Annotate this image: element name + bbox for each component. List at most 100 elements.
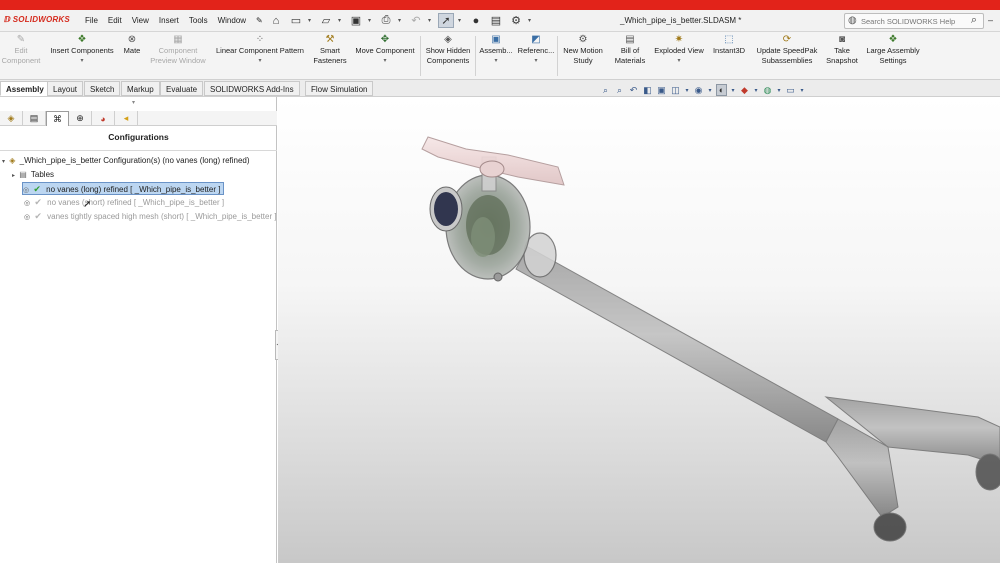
- tab-assembly[interactable]: Assembly: [0, 81, 50, 96]
- solidworks-logo[interactable]: ⅅ SOLIDWORKS: [4, 15, 70, 24]
- save-icon[interactable]: ▣: [348, 13, 364, 28]
- featuremanager-tab-icon[interactable]: ◈: [0, 111, 23, 126]
- exploded-view-button[interactable]: ✷ Exploded View ▾: [650, 34, 708, 66]
- smart-fasteners-button[interactable]: ⚒ Smart Fasteners: [310, 34, 350, 66]
- tab-flow-simulation[interactable]: Flow Simulation: [305, 81, 374, 96]
- display-style-icon[interactable]: ◉: [693, 85, 704, 96]
- new-document-icon[interactable]: ▭: [288, 13, 304, 28]
- menu-window[interactable]: Window: [213, 16, 251, 25]
- chevron-down-icon[interactable]: ▾: [650, 56, 708, 66]
- new-motion-study-button[interactable]: ⚙ New Motion Study: [559, 34, 607, 66]
- separator: [557, 36, 558, 76]
- tab-markup[interactable]: Markup: [121, 81, 160, 96]
- chevron-down-icon[interactable]: ▾: [477, 56, 515, 66]
- chevron-down-icon[interactable]: ▾: [516, 56, 556, 66]
- menu-tools[interactable]: Tools: [184, 16, 213, 25]
- mate-button[interactable]: ⊗ Mate: [120, 34, 144, 56]
- chevron-down-icon[interactable]: ▾: [753, 87, 759, 94]
- chevron-down-icon[interactable]: ▾: [368, 17, 374, 24]
- hide-show-items-icon[interactable]: ◐: [716, 84, 727, 96]
- collapse-arrow-icon[interactable]: ▾: [2, 159, 5, 165]
- tree-root-configurations[interactable]: ▾ ◈ _Which_pipe_is_better Configuration(…: [2, 154, 250, 167]
- select-pointer-icon[interactable]: ➚: [438, 13, 454, 28]
- menu-insert[interactable]: Insert: [154, 16, 184, 25]
- tab-sketch[interactable]: Sketch: [84, 81, 121, 96]
- options-gear-icon[interactable]: ⚙: [508, 13, 524, 28]
- cam-tab-icon[interactable]: ◂: [115, 111, 138, 126]
- checkmark-icon: ✔: [34, 211, 42, 221]
- dimxpert-tab-icon[interactable]: ⊕: [69, 111, 92, 126]
- assembly-features-button[interactable]: ▣ Assemb... ▾: [477, 34, 515, 66]
- take-snapshot-button[interactable]: ◙ Take Snapshot: [822, 34, 862, 66]
- tab-solidworks-addins[interactable]: SOLIDWORKS Add-Ins: [204, 81, 300, 96]
- heads-up-view-toolbar: ⌕ ⌕ ↶ ◧ ▣ ◫ ▾ ◉ ▾ ◐ ▾ ◆ ▾ ◍ ▾ ▭ ▾: [600, 84, 805, 96]
- chevron-down-icon[interactable]: ▾: [776, 87, 782, 94]
- pipe-body[interactable]: [515, 246, 1000, 542]
- propertymanager-tab-icon[interactable]: ▤: [23, 111, 46, 126]
- move-component-button[interactable]: ✥ Move Component ▾: [350, 34, 420, 66]
- assembly-features-icon: ▣: [491, 34, 501, 45]
- reference-geometry-button[interactable]: ◩ Referenc... ▾: [516, 34, 556, 66]
- panel-grip-icon[interactable]: ▾: [132, 99, 135, 106]
- previous-view-icon[interactable]: ↶: [628, 85, 639, 96]
- chevron-down-icon[interactable]: ▾: [210, 56, 310, 66]
- view-orientation-icon[interactable]: ◫: [670, 85, 681, 96]
- config-item[interactable]: ◎ ✔ no vanes (short) refined [ _Which_pi…: [24, 196, 224, 209]
- menu-edit[interactable]: Edit: [103, 16, 127, 25]
- search-icon[interactable]: ⌕: [971, 14, 977, 27]
- search-placeholder: Search SOLIDWORKS Help: [861, 17, 956, 26]
- tree-item-tables[interactable]: ▸ ▤ Tables: [12, 168, 54, 181]
- configurationmanager-tab-icon[interactable]: ⌘: [46, 111, 69, 126]
- zoom-to-fit-icon[interactable]: ⌕: [600, 85, 611, 96]
- chevron-down-icon[interactable]: ▾: [338, 17, 344, 24]
- chevron-down-icon[interactable]: ▾: [730, 87, 736, 94]
- expand-arrow-icon[interactable]: ▸: [12, 173, 15, 179]
- traffic-light-icon[interactable]: ●: [468, 13, 484, 28]
- show-hidden-components-button[interactable]: ◈ Show Hidden Components: [422, 34, 474, 66]
- print-icon[interactable]: ⎙: [378, 13, 394, 28]
- pipe-assembly-model[interactable]: [278, 97, 1000, 563]
- apply-scene-icon[interactable]: ◍: [762, 85, 773, 96]
- chevron-down-icon[interactable]: ▾: [528, 17, 534, 24]
- tab-evaluate[interactable]: Evaluate: [160, 81, 204, 96]
- view-settings-icon[interactable]: ▭: [785, 85, 796, 96]
- graphics-viewport[interactable]: [278, 97, 1000, 563]
- chevron-down-icon[interactable]: ▾: [350, 56, 420, 66]
- component-preview-window-button[interactable]: ▦ Component Preview Window: [146, 34, 210, 66]
- large-assembly-settings-button[interactable]: ❖ Large Assembly Settings: [862, 34, 924, 66]
- chevron-down-icon[interactable]: ▾: [684, 87, 690, 94]
- bill-of-materials-button[interactable]: ▤ Bill of Materials: [610, 34, 650, 66]
- config-item-active[interactable]: ◎ ✔ no vanes (long) refined [ _Which_pip…: [22, 182, 225, 195]
- instant3d-button[interactable]: ⬚ Instant3D: [709, 34, 749, 56]
- tab-layout[interactable]: Layout: [47, 81, 84, 96]
- chevron-down-icon[interactable]: ▾: [398, 17, 404, 24]
- chevron-down-icon[interactable]: ▾: [46, 56, 118, 66]
- insert-components-button[interactable]: ❖ Insert Components ▾: [46, 34, 118, 66]
- pin-icon[interactable]: ✎: [251, 16, 268, 25]
- menu-file[interactable]: File: [80, 16, 103, 25]
- config-item[interactable]: ◎ ✔ vanes tightly spaced high mesh (shor…: [24, 210, 276, 223]
- dynamic-annotation-icon[interactable]: ▣: [656, 85, 667, 96]
- zoom-to-area-icon[interactable]: ⌕: [614, 85, 625, 96]
- large-assembly-icon: ❖: [888, 34, 898, 45]
- undo-icon[interactable]: ↶: [408, 13, 424, 28]
- edit-appearance-icon[interactable]: ◆: [739, 85, 750, 96]
- menu-view[interactable]: View: [127, 16, 154, 25]
- chevron-down-icon[interactable]: ▾: [428, 17, 434, 24]
- show-hidden-icon: ◈: [444, 34, 452, 45]
- minimize-icon[interactable]: –: [988, 15, 993, 25]
- chevron-down-icon[interactable]: ▾: [308, 17, 314, 24]
- update-speedpak-button[interactable]: ⟳ Update SpeedPak Subassemblies: [752, 34, 822, 66]
- panel-title: Configurations: [108, 132, 169, 142]
- chevron-down-icon[interactable]: ▾: [458, 17, 464, 24]
- chevron-down-icon[interactable]: ▾: [707, 87, 713, 94]
- display-manager-tab-icon[interactable]: ◕: [92, 111, 115, 126]
- chevron-down-icon[interactable]: ▾: [799, 87, 805, 94]
- linear-component-pattern-button[interactable]: ⁘ Linear Component Pattern ▾: [210, 34, 310, 66]
- file-properties-icon[interactable]: ▤: [488, 13, 504, 28]
- edit-component-button[interactable]: ✎ Edit Component: [0, 34, 42, 66]
- home-icon[interactable]: ⌂: [268, 13, 284, 28]
- open-folder-icon[interactable]: ▱: [318, 13, 334, 28]
- section-view-icon[interactable]: ◧: [642, 85, 653, 96]
- search-help-input[interactable]: ◍ Search SOLIDWORKS Help ⌕: [844, 13, 984, 29]
